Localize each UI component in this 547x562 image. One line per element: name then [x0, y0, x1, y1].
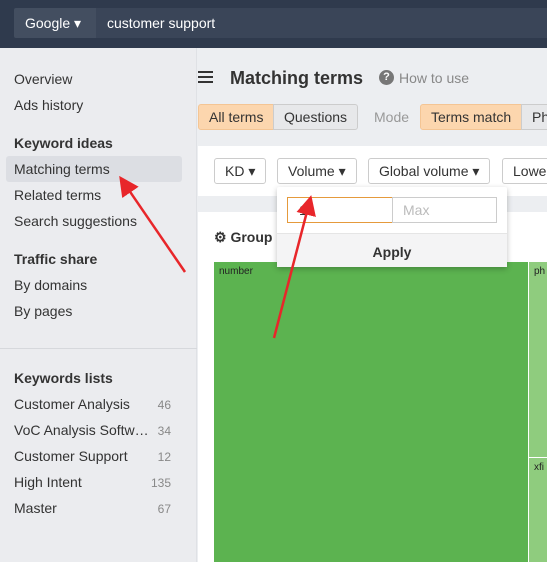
annotation-arrows — [119, 175, 316, 339]
arrow-annotation — [119, 175, 187, 273]
arrow-annotation — [272, 195, 316, 339]
